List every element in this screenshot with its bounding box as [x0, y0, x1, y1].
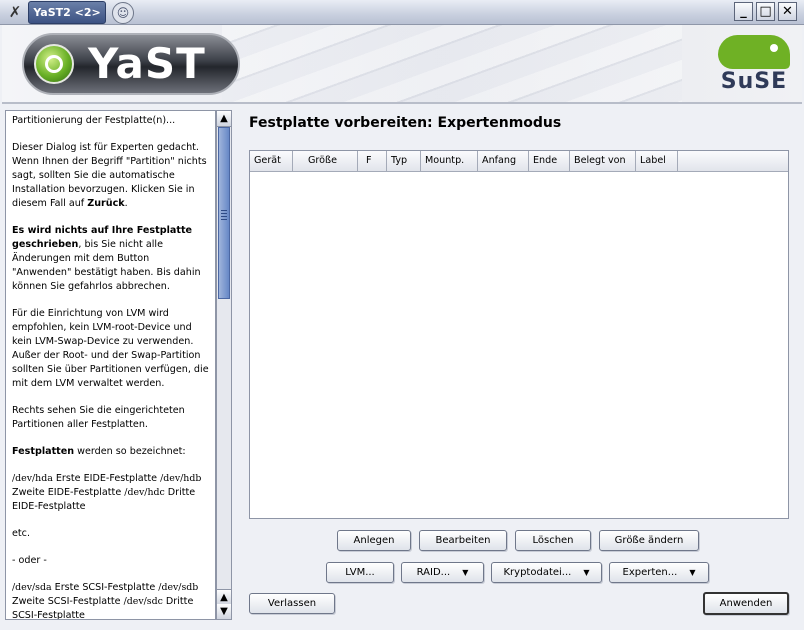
lvm-button[interactable]: LVM... [326, 562, 394, 583]
suse-chameleon-icon [718, 35, 790, 69]
column-header-label[interactable]: Label [636, 151, 678, 171]
page-title: Festplatte vorbereiten: Expertenmodus [249, 115, 562, 131]
dropdown-arrow-icon: ▼ [462, 568, 469, 577]
suse-logo-text: SuSE [720, 69, 788, 94]
yast-logo-ball-icon [34, 44, 74, 84]
close-button[interactable]: ✕ [778, 2, 797, 21]
crypto-file-menu-button[interactable]: Kryptodatei... ▼ [491, 562, 602, 583]
resize-partition-button[interactable]: Größe ändern [599, 530, 699, 551]
help-paragraph: Es wird nichts auf Ihre Festplatte gesch… [12, 225, 201, 292]
help-text-panel[interactable]: Partitionierung der Festplatte(n)... Die… [5, 110, 216, 620]
partition-table[interactable]: Gerät Größe F Typ Mountp. Anfang Ende Be… [249, 150, 789, 519]
scroll-down-arrow-icon[interactable]: ▼ [217, 604, 231, 619]
edit-partition-button[interactable]: Bearbeiten [419, 530, 507, 551]
scroll-up-arrow-icon[interactable]: ▲ [217, 111, 231, 127]
column-header-size[interactable]: Größe [293, 151, 358, 171]
column-header-format[interactable]: F [358, 151, 387, 171]
help-paragraph: /dev/sda Erste SCSI-Festplatte /dev/sdb … [12, 582, 199, 620]
expert-menu-label: Experten... [622, 567, 678, 578]
help-paragraph: Für die Einrichtung von LVM wird empfohl… [12, 308, 209, 389]
banner-divider [2, 102, 802, 104]
raid-menu-label: RAID... [416, 567, 451, 578]
suse-gecko-icon[interactable]: ☺ [112, 2, 134, 24]
column-header-end[interactable]: Ende [529, 151, 570, 171]
window-menu-icon[interactable]: ✗ [6, 3, 24, 21]
maximize-button[interactable]: □ [756, 2, 775, 21]
column-header-mountpoint[interactable]: Mountp. [421, 151, 478, 171]
expert-menu-button[interactable]: Experten... ▼ [609, 562, 709, 583]
delete-partition-button[interactable]: Löschen [515, 530, 591, 551]
help-paragraph: Dieser Dialog ist für Experten gedacht. … [12, 142, 207, 209]
banner-keyboard-background [222, 25, 682, 102]
window-titlebar: ✗ YaST2 <2> ☺ _ □ ✕ [0, 0, 804, 25]
dropdown-arrow-icon: ▼ [689, 568, 696, 577]
scrollbar-thumb[interactable] [218, 127, 230, 299]
add-partition-button[interactable]: Anlegen [337, 530, 411, 551]
help-paragraph: - oder - [12, 555, 47, 566]
column-header-start[interactable]: Anfang [478, 151, 529, 171]
yast-banner: YaST SuSE [2, 25, 802, 102]
help-paragraph: Rechts sehen Sie die eingerichteten Part… [12, 405, 185, 430]
apply-button[interactable]: Anwenden [703, 592, 789, 615]
minimize-button[interactable]: _ [734, 2, 753, 21]
partition-table-header: Gerät Größe F Typ Mountp. Anfang Ende Be… [250, 151, 788, 172]
help-paragraph: Festplatten werden so bezeichnet: [12, 446, 186, 457]
crypto-file-menu-label: Kryptodatei... [503, 567, 572, 578]
suse-logo: SuSE [710, 33, 796, 95]
yast-logo-text: YaST [88, 39, 206, 88]
column-header-type[interactable]: Typ [387, 151, 421, 171]
raid-menu-button[interactable]: RAID... ▼ [401, 562, 484, 583]
column-header-used-by[interactable]: Belegt von [570, 151, 636, 171]
dropdown-arrow-icon: ▼ [583, 568, 590, 577]
help-paragraph: /dev/hda Erste EIDE-Festplatte /dev/hdb … [12, 473, 202, 512]
help-paragraph: etc. [12, 528, 30, 539]
help-paragraph: Partitionierung der Festplatte(n)... [12, 115, 176, 126]
window-title[interactable]: YaST2 <2> [28, 1, 106, 24]
yast-logo: YaST [22, 33, 240, 95]
column-header-device[interactable]: Gerät [250, 151, 293, 171]
help-scrollbar[interactable]: ▲ ▲ ▼ [216, 110, 232, 620]
exit-button[interactable]: Verlassen [249, 593, 335, 614]
